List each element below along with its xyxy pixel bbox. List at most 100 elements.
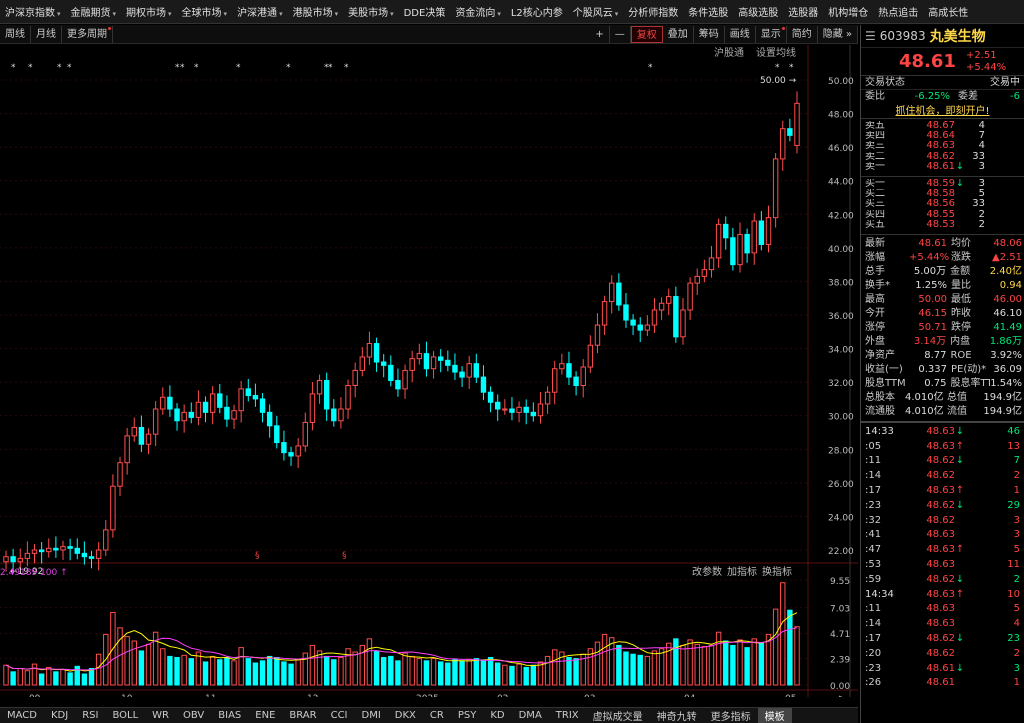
period-button-1[interactable]: 月线 bbox=[31, 25, 62, 43]
candle-body bbox=[380, 361, 387, 366]
event-marker-icon[interactable]: * bbox=[775, 63, 780, 73]
nav-item-7[interactable]: DDE决策 bbox=[399, 4, 451, 19]
event-marker-icon[interactable]: * bbox=[67, 63, 72, 73]
event-marker-icon[interactable]: * bbox=[28, 63, 33, 73]
indicator-tab-1[interactable]: KDJ bbox=[44, 710, 75, 721]
account-banner[interactable]: 抓住机会，即刻开户! bbox=[861, 104, 1024, 119]
stat-label: 最高 bbox=[865, 293, 885, 305]
event-marker-icon[interactable]: * bbox=[328, 63, 333, 73]
event-marker-icon[interactable]: * bbox=[180, 63, 185, 73]
indicator-tab-14[interactable]: KD bbox=[483, 710, 511, 721]
ask-row[interactable]: 卖二 48.62 33 bbox=[865, 152, 1020, 162]
event-marker-icon[interactable]: * bbox=[286, 63, 291, 73]
indicator-tab-20[interactable]: 模板 bbox=[757, 708, 792, 723]
indicator-button-2[interactable]: 换指标 bbox=[762, 565, 792, 578]
indicator-tab-18[interactable]: 神奇九转 bbox=[650, 708, 704, 723]
period-button-2[interactable]: 更多周期 bbox=[62, 25, 113, 43]
trade-time: 14:33 bbox=[865, 425, 894, 437]
ask-row[interactable]: 卖五 48.67 4 bbox=[865, 121, 1020, 131]
nav-item-17[interactable]: 高成长性 bbox=[923, 4, 973, 19]
indicator-tab-6[interactable]: BIAS bbox=[211, 710, 248, 721]
nav-item-10[interactable]: 个股风云 ▾ bbox=[568, 4, 624, 19]
nav-item-15[interactable]: 机构增仓 bbox=[823, 4, 873, 19]
indicator-tab-13[interactable]: PSY bbox=[451, 710, 484, 721]
nav-item-11[interactable]: 分析师指数 bbox=[623, 4, 683, 19]
level-label: 卖三 bbox=[865, 141, 885, 152]
trade-price: 48.61 bbox=[926, 662, 955, 674]
nav-item-14[interactable]: 选股器 bbox=[783, 4, 823, 19]
event-marker-icon[interactable]: * bbox=[11, 63, 16, 73]
nav-item-4[interactable]: 沪深港通 ▾ bbox=[232, 4, 288, 19]
price-tick: 46.00 bbox=[828, 144, 854, 154]
indicator-tab-5[interactable]: OBV bbox=[176, 710, 211, 721]
toolbar-button-5[interactable]: 画线 bbox=[725, 25, 756, 43]
indicator-tab-10[interactable]: DMI bbox=[355, 710, 388, 721]
indicator-button-1[interactable]: 加指标 bbox=[727, 565, 757, 578]
event-marker-icon[interactable]: * bbox=[57, 63, 62, 73]
event-flag-icon[interactable]: § bbox=[255, 551, 260, 561]
indicator-tab-16[interactable]: TRIX bbox=[549, 710, 586, 721]
nav-item-3[interactable]: 全球市场 ▾ bbox=[177, 4, 233, 19]
nav-item-0[interactable]: 沪深京指数 ▾ bbox=[0, 4, 66, 19]
nav-item-5[interactable]: 港股市场 ▾ bbox=[288, 4, 344, 19]
shgt-label[interactable]: 沪股通 bbox=[714, 46, 744, 59]
stat-value: ▲2.51 bbox=[992, 251, 1022, 263]
indicator-tab-0[interactable]: MACD bbox=[0, 710, 44, 721]
indicator-tab-11[interactable]: DKX bbox=[388, 710, 423, 721]
indicator-tab-17[interactable]: 虚拟成交量 bbox=[586, 708, 650, 723]
ma-setting-label[interactable]: 设置均线 bbox=[756, 46, 796, 59]
ask-row[interactable]: 卖三 48.63 4 bbox=[865, 141, 1020, 151]
event-marker-icon[interactable]: * bbox=[344, 63, 349, 73]
price-tick: 42.00 bbox=[828, 211, 854, 221]
toolbar-button-2[interactable]: 复权 bbox=[630, 25, 663, 43]
nav-item-13[interactable]: 高级选股 bbox=[733, 4, 783, 19]
bid-row[interactable]: 买一 48.59 ↓ 3 bbox=[865, 179, 1020, 189]
toolbar-button-8[interactable]: 隐藏 » bbox=[818, 25, 858, 43]
nav-item-8[interactable]: 资金流向 ▾ bbox=[450, 4, 506, 19]
nav-item-12[interactable]: 条件选股 bbox=[683, 4, 733, 19]
bid-row[interactable]: 买三 48.56 33 bbox=[865, 199, 1020, 209]
scroll-right-icon[interactable]: ⊳ bbox=[838, 694, 846, 697]
indicator-tab-8[interactable]: BRAR bbox=[282, 710, 323, 721]
kline-chart[interactable]: 沪股通 设置均线 50.00 48.00 46.00 44.00 42.00 40.00 38.… bbox=[0, 45, 858, 697]
nav-item-1[interactable]: 金融期货 ▾ bbox=[66, 4, 122, 19]
toolbar-button-1[interactable]: — bbox=[610, 25, 631, 43]
event-flag-icon[interactable]: § bbox=[342, 551, 347, 561]
bid-row[interactable]: 买四 48.55 2 bbox=[865, 210, 1020, 220]
nav-item-6[interactable]: 美股市场 ▾ bbox=[343, 4, 399, 19]
toolbar-button-0[interactable]: + bbox=[590, 25, 610, 43]
toolbar-button-7[interactable]: 简约 bbox=[787, 25, 818, 43]
event-marker-icon[interactable]: * bbox=[236, 63, 241, 73]
ask-row[interactable]: 卖一 48.61 ↓ 3 bbox=[865, 162, 1020, 172]
indicator-tab-2[interactable]: RSI bbox=[75, 710, 105, 721]
trade-price: 48.62 bbox=[926, 647, 955, 659]
indicator-tab-15[interactable]: DMA bbox=[512, 710, 549, 721]
volume-bar bbox=[452, 659, 458, 686]
toolbar-button-6[interactable]: 显示 bbox=[756, 25, 787, 43]
indicator-button-0[interactable]: 改参数 bbox=[692, 565, 722, 578]
indicator-tab-3[interactable]: BOLL bbox=[105, 710, 145, 721]
bid-row[interactable]: 买五 48.53 2 bbox=[865, 220, 1020, 230]
indicator-tab-4[interactable]: WR bbox=[145, 710, 176, 721]
month-label: 05 bbox=[785, 694, 796, 697]
nav-item-2[interactable]: 期权市场 ▾ bbox=[121, 4, 177, 19]
menu-icon[interactable]: ☰ bbox=[865, 29, 876, 43]
event-marker-icon[interactable]: * bbox=[648, 63, 653, 73]
indicator-tab-7[interactable]: ENE bbox=[248, 710, 282, 721]
indicator-tab-19[interactable]: 更多指标 bbox=[704, 708, 758, 723]
stat-label: 金额 bbox=[950, 265, 971, 277]
indicator-tab-9[interactable]: CCI bbox=[324, 710, 355, 721]
month-label: 03 bbox=[584, 694, 595, 697]
indicator-tab-12[interactable]: CR bbox=[423, 710, 451, 721]
event-marker-icon[interactable]: * bbox=[194, 63, 199, 73]
volume-bar bbox=[701, 646, 708, 686]
toolbar-button-3[interactable]: 叠加 bbox=[663, 25, 694, 43]
ask-row[interactable]: 卖四 48.64 7 bbox=[865, 131, 1020, 141]
nav-item-16[interactable]: 热点追击 bbox=[873, 4, 923, 19]
toolbar-button-4[interactable]: 筹码 bbox=[694, 25, 725, 43]
period-button-0[interactable]: 周线 bbox=[0, 25, 31, 43]
event-marker-icon[interactable]: * bbox=[789, 63, 794, 73]
volume-bar bbox=[673, 638, 679, 686]
bid-row[interactable]: 买二 48.58 5 bbox=[865, 189, 1020, 199]
nav-item-9[interactable]: L2核心内参 bbox=[506, 4, 568, 19]
